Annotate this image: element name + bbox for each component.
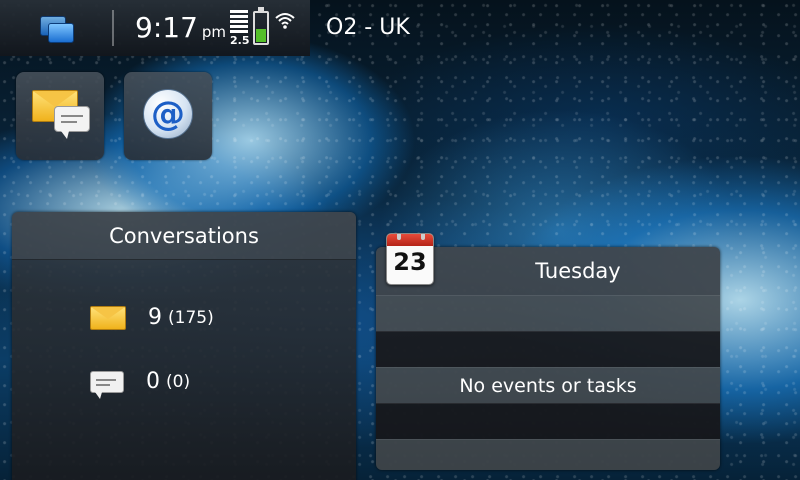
wifi-icon: [275, 13, 295, 29]
clock: 9:17 pm: [135, 12, 226, 48]
status-bar: 9:17 pm 2.5 O2 - UK: [0, 0, 800, 56]
conversations-widget[interactable]: Conversations 9 (175) 0 (0): [12, 212, 356, 480]
chat-bubble-icon: [54, 106, 90, 139]
agenda-row: [376, 403, 720, 439]
total-count: (175): [168, 307, 214, 328]
agenda-row: [376, 331, 720, 367]
divider: [112, 10, 114, 46]
email-shortcut[interactable]: @: [124, 72, 212, 160]
unread-chats-row[interactable]: 0 (0): [90, 369, 191, 399]
calendar-icon[interactable]: 23: [386, 233, 434, 285]
envelope-icon: [90, 305, 126, 330]
battery-fill: [256, 28, 266, 42]
task-switcher-icon[interactable]: [38, 14, 76, 44]
agenda-row: [376, 439, 720, 470]
unread-messages-row[interactable]: 9 (175): [90, 305, 214, 330]
no-events-text: No events or tasks: [376, 367, 720, 403]
messaging-shortcut[interactable]: [16, 72, 104, 160]
agenda-row: [376, 295, 720, 331]
chat-bubble-icon: [90, 370, 124, 399]
unread-count: 9: [148, 305, 162, 330]
calendar-day-number: 23: [393, 248, 427, 276]
network-type: 2.5: [230, 34, 250, 47]
at-sign-icon: @: [143, 89, 193, 139]
conversations-title: Conversations: [12, 212, 356, 260]
clock-time: 9:17: [135, 11, 198, 44]
unread-count: 0: [146, 369, 160, 394]
operator-name: O2 - UK: [326, 15, 410, 40]
clock-ampm: pm: [201, 23, 227, 41]
battery-icon: [253, 7, 269, 45]
total-count: (0): [166, 371, 191, 392]
